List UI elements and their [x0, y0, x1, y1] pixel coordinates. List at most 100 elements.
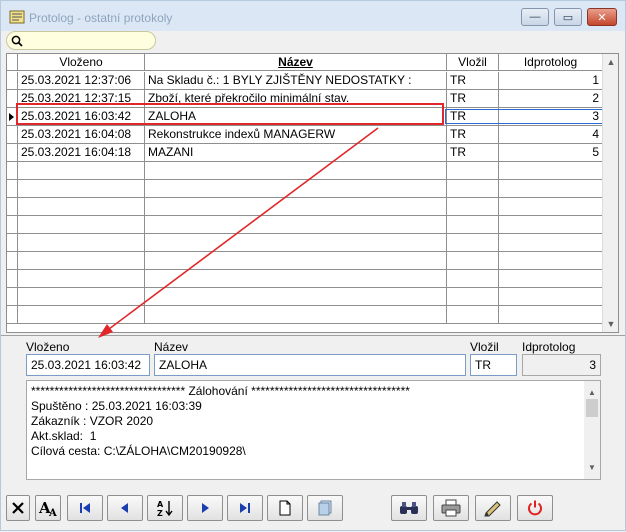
cell-empty[interactable] [447, 162, 499, 179]
minimize-button[interactable]: — [521, 8, 549, 26]
exit-button[interactable] [517, 495, 553, 521]
table-row[interactable]: 25.03.2021 16:04:08 Rekonstrukce indexů M… [7, 126, 603, 144]
row-indicator[interactable] [7, 306, 18, 323]
edit-button[interactable] [475, 495, 511, 521]
cell-empty[interactable] [447, 252, 499, 269]
header-vlozil[interactable]: Vložil [447, 54, 499, 70]
close-form-button[interactable] [6, 495, 30, 521]
cell-nazev[interactable]: ZALOHA [145, 108, 447, 125]
cell-empty[interactable] [447, 198, 499, 215]
cell-empty[interactable] [499, 198, 603, 215]
row-indicator[interactable] [7, 144, 18, 161]
print-button[interactable] [433, 495, 469, 521]
cell-vlozeno[interactable]: 25.03.2021 12:37:15 [18, 90, 145, 107]
cell-idprotolog[interactable]: 5 [499, 144, 603, 161]
cell-vlozil[interactable]: TR [447, 144, 499, 161]
row-indicator[interactable] [7, 126, 18, 143]
cell-empty[interactable] [18, 270, 145, 287]
cell-empty[interactable] [18, 216, 145, 233]
cell-empty[interactable] [145, 180, 447, 197]
cell-empty[interactable] [18, 180, 145, 197]
header-vlozeno[interactable]: Vloženo [18, 54, 145, 70]
last-record-button[interactable] [227, 495, 263, 521]
memo-scrollbar[interactable]: ▲ ▼ [584, 381, 600, 479]
row-indicator[interactable] [7, 72, 18, 89]
cell-empty[interactable] [145, 198, 447, 215]
cell-empty[interactable] [145, 216, 447, 233]
protocol-memo[interactable]: ********************************* Záloho… [26, 380, 601, 480]
cell-empty[interactable] [447, 288, 499, 305]
vlozil-field[interactable]: TR [470, 354, 517, 376]
scroll-down-icon[interactable]: ▼ [603, 316, 619, 332]
cell-empty[interactable] [499, 180, 603, 197]
maximize-button[interactable]: ▭ [554, 8, 582, 26]
cell-nazev[interactable]: Zboží, které překročilo minimální stav. [145, 90, 447, 107]
cell-empty[interactable] [18, 306, 145, 323]
header-idprotolog[interactable]: Idprotolog [499, 54, 603, 70]
previous-record-button[interactable] [107, 495, 143, 521]
empty-row[interactable] [7, 162, 603, 180]
cell-empty[interactable] [499, 252, 603, 269]
first-record-button[interactable] [67, 495, 103, 521]
cell-vlozeno[interactable]: 25.03.2021 16:04:18 [18, 144, 145, 161]
table-row[interactable]: 25.03.2021 12:37:15 Zboží, které překroči… [7, 90, 603, 108]
cell-empty[interactable] [18, 198, 145, 215]
cell-nazev[interactable]: Na Skladu č.: 1 BYLY ZJIŠTĚNY NEDOSTATKY… [145, 72, 447, 89]
new-record-button[interactable] [267, 495, 303, 521]
cell-empty[interactable] [447, 270, 499, 287]
row-indicator[interactable] [7, 162, 18, 179]
cell-empty[interactable] [447, 234, 499, 251]
font-button[interactable]: AA [35, 495, 61, 521]
row-indicator[interactable] [7, 216, 18, 233]
row-indicator[interactable] [7, 252, 18, 269]
table-row[interactable]: 25.03.2021 16:04:18 MAZANI TR 5 [7, 144, 603, 162]
cell-empty[interactable] [145, 162, 447, 179]
table-row[interactable]: 25.03.2021 16:03:42 ZALOHA TR 3 [7, 108, 603, 126]
empty-row[interactable] [7, 252, 603, 270]
empty-row[interactable] [7, 216, 603, 234]
cell-idprotolog[interactable]: 2 [499, 90, 603, 107]
cell-empty[interactable] [145, 270, 447, 287]
search-input[interactable] [6, 31, 156, 50]
cell-vlozeno[interactable]: 25.03.2021 16:03:42 [18, 108, 145, 125]
row-indicator[interactable] [7, 90, 18, 107]
empty-row[interactable] [7, 306, 603, 324]
header-nazev[interactable]: Název [145, 54, 447, 70]
cell-empty[interactable] [18, 252, 145, 269]
title-bar[interactable]: Protolog - ostatní protokoly — ▭ ✕ [1, 1, 625, 31]
cell-idprotolog[interactable]: 4 [499, 126, 603, 143]
memo-scroll-up-icon[interactable]: ▲ [588, 385, 596, 400]
cell-empty[interactable] [499, 270, 603, 287]
grid-scrollbar[interactable]: ▲ ▼ [602, 54, 618, 332]
empty-row[interactable] [7, 198, 603, 216]
cell-vlozil[interactable]: TR [447, 90, 499, 107]
cell-vlozeno[interactable]: 25.03.2021 12:37:06 [18, 72, 145, 89]
cell-vlozeno[interactable]: 25.03.2021 16:04:08 [18, 126, 145, 143]
cell-vlozil[interactable]: TR [447, 72, 499, 89]
cell-empty[interactable] [499, 162, 603, 179]
cell-empty[interactable] [145, 306, 447, 323]
row-indicator[interactable] [7, 198, 18, 215]
empty-row[interactable] [7, 288, 603, 306]
cell-nazev[interactable]: MAZANI [145, 144, 447, 161]
row-indicator[interactable] [7, 288, 18, 305]
cell-empty[interactable] [499, 234, 603, 251]
cell-idprotolog[interactable]: 1 [499, 72, 603, 89]
cell-empty[interactable] [447, 216, 499, 233]
cell-empty[interactable] [18, 288, 145, 305]
cell-empty[interactable] [145, 234, 447, 251]
empty-row[interactable] [7, 180, 603, 198]
cell-empty[interactable] [145, 252, 447, 269]
empty-row[interactable] [7, 234, 603, 252]
row-indicator[interactable] [7, 180, 18, 197]
cell-empty[interactable] [145, 288, 447, 305]
nazev-field[interactable]: ZALOHA [154, 354, 466, 376]
cell-nazev[interactable]: Rekonstrukce indexů MANAGERW [145, 126, 447, 143]
cell-empty[interactable] [18, 162, 145, 179]
table-row[interactable]: 25.03.2021 12:37:06 Na Skladu č.: 1 BYLY … [7, 72, 603, 90]
row-indicator[interactable] [7, 270, 18, 287]
cell-vlozil[interactable]: TR [447, 126, 499, 143]
cell-empty[interactable] [18, 234, 145, 251]
memo-scroll-thumb[interactable] [586, 399, 598, 417]
row-indicator[interactable] [7, 108, 18, 125]
